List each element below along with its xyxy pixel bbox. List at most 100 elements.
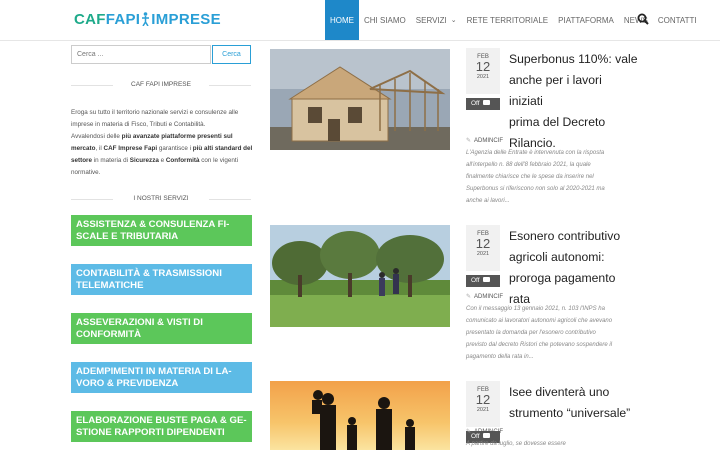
comments-badge[interactable]: Off xyxy=(466,275,500,287)
author-icon: ✎ xyxy=(466,138,472,144)
services-widget-title: I NOSTRI SERVIZI xyxy=(71,195,251,202)
about-text-span: , il xyxy=(95,145,104,152)
service-assistenza-consulenza[interactable]: ASSISTENZA & CONSULENZA FI- SCALE E TRIBU… xyxy=(71,215,252,246)
service-label: ADEMPIMENTI IN MATERIA DI LA- xyxy=(76,366,232,377)
service-label: TELEMATICHE xyxy=(76,279,144,291)
post-excerpt: L'Agenzia delle Entrate è intervenuta co… xyxy=(466,147,640,207)
service-label: ELABORAZIONE BUSTE PAGA & GE- xyxy=(76,415,247,426)
about-highlight: Conformità xyxy=(165,157,200,164)
nav-label: CHI SIAMO xyxy=(364,15,406,25)
comment-icon xyxy=(482,277,490,282)
search-input[interactable] xyxy=(71,45,211,64)
comments-label: Off xyxy=(471,277,480,284)
about-text: Eroga su tutto il territorio nazionale s… xyxy=(71,107,253,179)
post-title-line: strumento “universale” xyxy=(509,406,631,420)
excerpt-line: A partire da luglio, se dovesse essere xyxy=(466,441,566,447)
post-excerpt: A partire da luglio, se dovesse essere xyxy=(466,438,640,450)
service-label: ASSISTENZA & CONSULENZA FI- xyxy=(76,219,230,230)
nav-label: HOME xyxy=(330,15,354,25)
olive-harvest-image xyxy=(270,225,450,327)
author-icon: ✎ xyxy=(466,294,472,300)
excerpt-line: previsto dal decreto Ristori che potevan… xyxy=(466,342,613,348)
author-icon: ✎ xyxy=(466,429,472,435)
date-year: 2021 xyxy=(476,251,490,257)
about-highlight: Sicurezza xyxy=(129,157,159,164)
post-thumbnail-house[interactable] xyxy=(270,49,450,150)
service-label: ASSEVERAZIONI & VISTI DI xyxy=(76,317,203,328)
post-date: FEB 12 2021 xyxy=(466,225,500,271)
post-title-line: Isee diventerà uno xyxy=(509,385,610,399)
service-label: SCALE E TRIBUTARIA xyxy=(76,230,179,242)
excerpt-line: comunicato ai lavoratori autonomi agrico… xyxy=(466,318,613,324)
nav-label: SERVIZI xyxy=(415,15,447,25)
post-excerpt: Con il messaggio 13 gennaio 2021, n. 103… xyxy=(466,303,640,363)
comment-icon xyxy=(482,100,490,105)
excerpt-line: L'Agenzia delle Entrate è intervenuta co… xyxy=(466,150,605,156)
service-label: STIONE RAPPORTI DIPENDENTI xyxy=(76,426,225,438)
date-year: 2021 xyxy=(476,74,490,80)
author-name: ADMINCIF xyxy=(474,429,504,435)
author-name: ADMINCIF xyxy=(474,294,504,300)
nav-label: RETE TERRITORIALE xyxy=(466,15,549,25)
post-thumbnail-olives[interactable] xyxy=(270,225,450,327)
service-buste-paga[interactable]: ELABORAZIONE BUSTE PAGA & GE- STIONE RAPP… xyxy=(71,411,252,442)
chevron-down-icon: ⌄ xyxy=(450,17,457,24)
logo-text-caf: CAF xyxy=(74,11,106,28)
nav-item-piattaforma[interactable]: PIATTAFORMA xyxy=(553,0,619,40)
post-author[interactable]: ✎ ADMINCIF xyxy=(466,137,503,144)
about-text-span: Avvalendosi delle xyxy=(71,133,122,140)
post-title[interactable]: Isee diventerà uno strumento “universale… xyxy=(509,382,639,424)
about-paragraph-2: Avvalendosi delle più avanzate piattafor… xyxy=(71,131,253,179)
excerpt-line: Superbonus si riferiscono non solo al 20… xyxy=(466,186,605,192)
nav-item-servizi[interactable]: SERVIZI ⌄ xyxy=(411,0,462,40)
service-label: VORO & PREVIDENZA xyxy=(76,377,179,389)
site-logo[interactable]: CAFFAPI IMPRESE xyxy=(74,11,221,28)
post-title[interactable]: Esonero contributivo agricoli autonomi: … xyxy=(509,226,639,310)
nav-item-chi-siamo[interactable]: CHI SIAMO xyxy=(359,0,411,40)
service-asseverazioni[interactable]: ASSEVERAZIONI & VISTI DI CONFORMITÀ xyxy=(71,313,252,344)
post-title-line: Superbonus 110%: vale xyxy=(509,52,638,66)
about-paragraph-1: Eroga su tutto il territorio nazionale s… xyxy=(71,109,239,128)
excerpt-line: all'interpello n. 88 dell'8 febbraio 202… xyxy=(466,162,591,168)
comments-badge[interactable]: Off xyxy=(466,98,500,110)
search-button[interactable]: Cerca xyxy=(212,45,251,64)
logo-figure-icon xyxy=(142,12,150,27)
post-date: FEB 12 2021 xyxy=(466,381,500,427)
search-icon[interactable] xyxy=(637,13,649,25)
family-silhouette-image xyxy=(270,381,450,450)
nav-label: CONTATTI xyxy=(657,15,697,25)
excerpt-line: pagamento della rata in... xyxy=(466,354,534,360)
post-title-line: Esonero contributivo xyxy=(509,229,621,243)
service-label: CONTABILITÀ & TRASMISSIONI xyxy=(76,268,222,279)
house-construction-image xyxy=(270,49,450,150)
comments-label: Off xyxy=(471,100,480,107)
nav-item-home[interactable]: HOME xyxy=(325,0,359,40)
nav-item-contatti[interactable]: CONTATTI xyxy=(653,0,702,40)
post-date: FEB 12 2021 xyxy=(466,48,500,94)
post-title-line: agricoli autonomi: xyxy=(509,250,605,264)
about-text-span: garantisce i xyxy=(157,145,193,152)
post-title[interactable]: Superbonus 110%: vale anche per i lavori… xyxy=(509,49,639,154)
post-title-line: anche per i lavori iniziati xyxy=(509,73,602,108)
excerpt-line: anche ai lavori... xyxy=(466,198,510,204)
nav-label: PIATTAFORMA xyxy=(558,15,614,25)
about-text-span: in materia di xyxy=(92,157,130,164)
date-day: 12 xyxy=(475,59,491,74)
logo-text-imprese: IMPRESE xyxy=(151,11,221,28)
post-author[interactable]: ✎ ADMINCIF xyxy=(466,293,503,300)
post-thumbnail-family[interactable] xyxy=(270,381,450,450)
about-highlight: CAF Imprese Fapi xyxy=(103,145,158,152)
nav-item-rete-territoriale[interactable]: RETE TERRITORIALE xyxy=(462,0,554,40)
author-name: ADMINCIF xyxy=(474,138,504,144)
post-title-line: prima del Decreto xyxy=(509,115,606,129)
date-day: 12 xyxy=(475,236,491,251)
service-contabilita[interactable]: CONTABILITÀ & TRASMISSIONI TELEMATICHE xyxy=(71,264,252,295)
service-label: CONFORMITÀ xyxy=(76,328,142,340)
date-day: 12 xyxy=(475,392,491,407)
post-author[interactable]: ✎ ADMINCIF xyxy=(466,428,503,435)
service-adempimenti-lavoro[interactable]: ADEMPIMENTI IN MATERIA DI LA- VORO & PREV… xyxy=(71,362,252,393)
site-header: CAFFAPI IMPRESE HOME CHI SIAMO SERVIZI ⌄ R… xyxy=(0,0,720,41)
logo-text-fapi: FAPI xyxy=(105,11,141,28)
about-widget-title: CAF FAPI IMPRESE xyxy=(71,81,251,88)
excerpt-line: finalmente chiarisce che le spese da ins… xyxy=(466,174,594,180)
